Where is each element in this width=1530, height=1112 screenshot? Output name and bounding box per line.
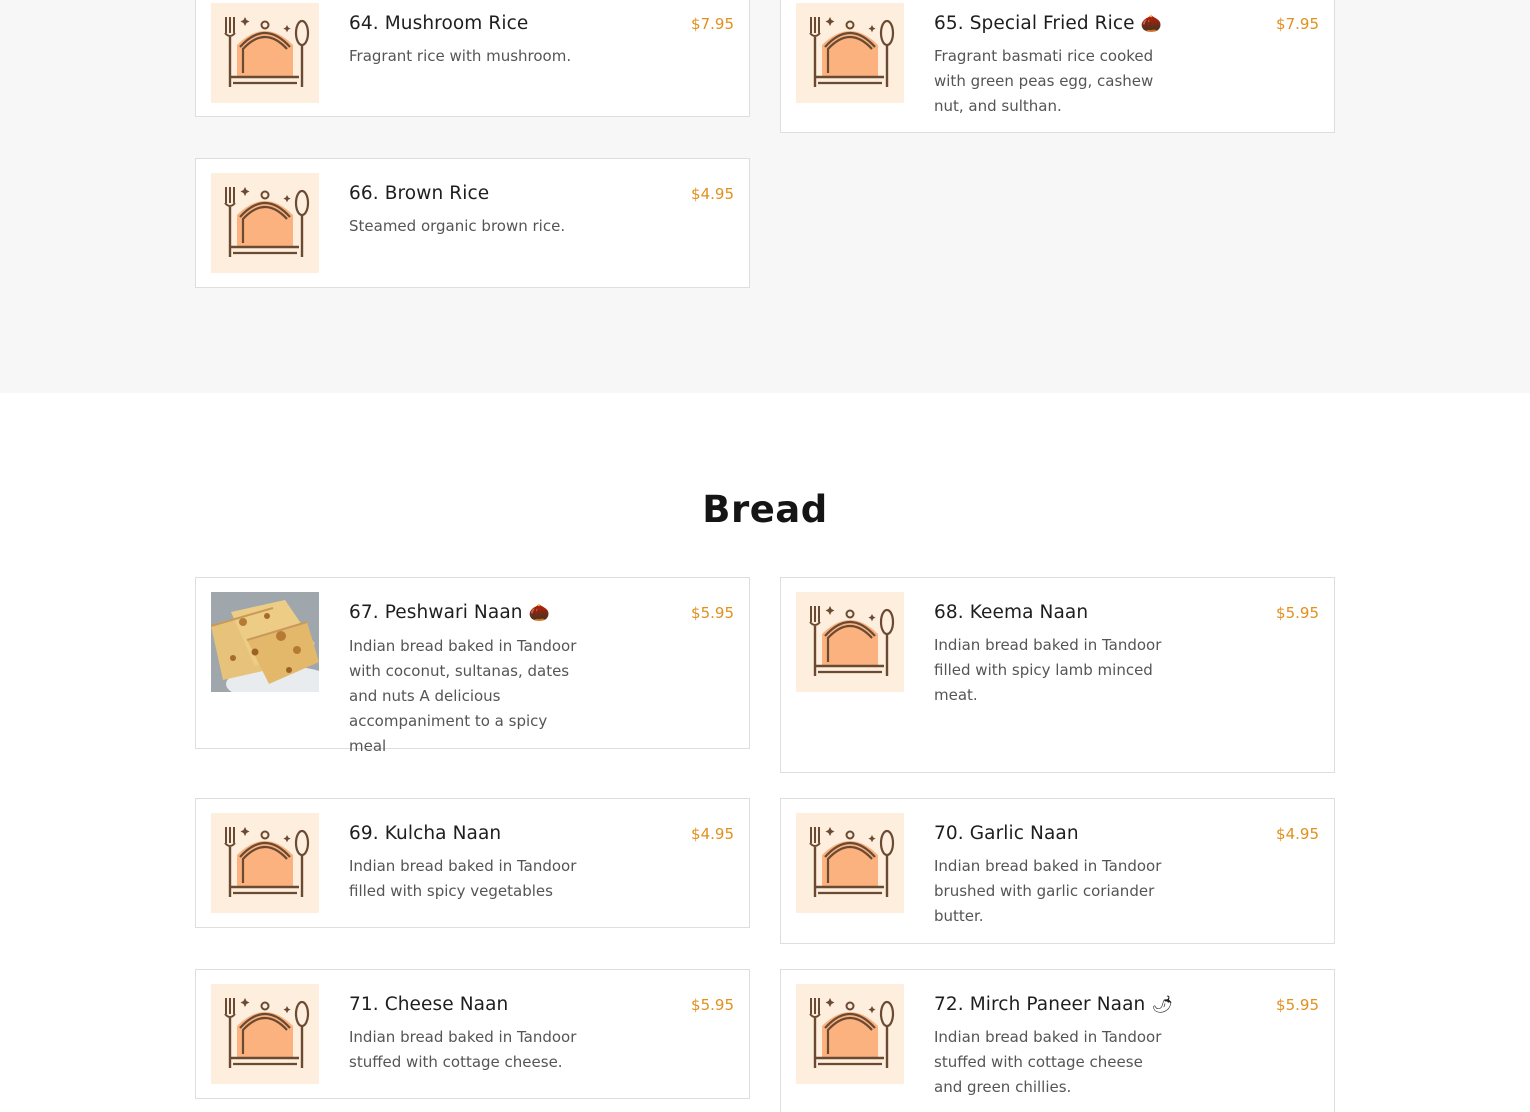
- item-price: $7.95: [691, 15, 734, 33]
- item-description: Fragrant basmati rice cooked with green …: [934, 47, 1154, 115]
- menu-item-card[interactable]: 71. Cheese Naan $5.95 Indian bread baked…: [195, 969, 750, 1099]
- placeholder-cloche-icon: [211, 173, 319, 273]
- item-title: 70. Garlic Naan: [934, 823, 1079, 844]
- nut-icon: 🌰: [1140, 14, 1162, 34]
- item-price: $5.95: [1276, 996, 1319, 1014]
- item-description: Indian bread baked in Tandoor brushed wi…: [934, 857, 1162, 925]
- item-price: $5.95: [691, 996, 734, 1014]
- item-description: Indian bread baked in Tandoor filled wit…: [349, 857, 577, 900]
- item-title: 65. Special Fried Rice 🌰: [934, 13, 1162, 34]
- item-description: Fragrant rice with mushroom.: [349, 47, 572, 65]
- placeholder-cloche-icon: [211, 3, 319, 103]
- item-title: 72. Mirch Paneer Naan 🌶: [934, 994, 1174, 1015]
- menu-item-card[interactable]: 67. Peshwari Naan 🌰 $5.95 Indian bread ba…: [195, 577, 750, 755]
- item-price: $7.95: [1276, 15, 1319, 33]
- item-price: $5.95: [691, 604, 734, 622]
- item-price: $5.95: [1276, 604, 1319, 622]
- placeholder-cloche-icon: [211, 813, 319, 913]
- item-title: 67. Peshwari Naan 🌰: [349, 602, 550, 623]
- placeholder-cloche-icon: [796, 813, 904, 913]
- placeholder-cloche-icon: [796, 592, 904, 692]
- item-description: Indian bread baked in Tandoor stuffed wi…: [934, 1028, 1162, 1096]
- item-price: $4.95: [691, 185, 734, 203]
- naan-photo: [211, 592, 319, 692]
- section-heading-bread: Bread: [702, 488, 828, 531]
- item-title: 68. Keema Naan: [934, 602, 1089, 623]
- placeholder-cloche-icon: [211, 984, 319, 1084]
- menu-item-card[interactable]: 70. Garlic Naan $4.95 Indian bread baked…: [780, 798, 1335, 944]
- menu-item-card[interactable]: 66. Brown Rice $4.95 Steamed organic bro…: [195, 158, 750, 288]
- menu-item-card[interactable]: 72. Mirch Paneer Naan 🌶 $5.95 Indian brea…: [780, 969, 1335, 1112]
- item-description: Indian bread baked in Tandoor with cocon…: [349, 637, 577, 755]
- item-description: Steamed organic brown rice.: [349, 217, 566, 235]
- placeholder-cloche-icon: [796, 984, 904, 1084]
- menu-item-card[interactable]: 65. Special Fried Rice 🌰 $7.95 Fragrant b…: [780, 0, 1335, 133]
- placeholder-cloche-icon: [796, 3, 904, 103]
- item-price: $4.95: [691, 825, 734, 843]
- item-title: 66. Brown Rice: [349, 183, 490, 204]
- nut-icon: 🌰: [528, 603, 550, 623]
- chili-icon: 🌶: [1151, 995, 1174, 1015]
- menu-item-card[interactable]: 64. Mushroom Rice $7.95 Fragrant rice wi…: [195, 0, 750, 117]
- item-description: Indian bread baked in Tandoor filled wit…: [934, 636, 1162, 704]
- item-price: $4.95: [1276, 825, 1319, 843]
- item-title: 64. Mushroom Rice: [349, 13, 529, 34]
- item-title: 71. Cheese Naan: [349, 994, 509, 1015]
- menu-item-card[interactable]: 69. Kulcha Naan $4.95 Indian bread baked…: [195, 798, 750, 928]
- menu-item-card[interactable]: 68. Keema Naan $5.95 Indian bread baked …: [780, 577, 1335, 773]
- item-title: 69. Kulcha Naan: [349, 823, 502, 844]
- item-description: Indian bread baked in Tandoor stuffed wi…: [349, 1028, 577, 1071]
